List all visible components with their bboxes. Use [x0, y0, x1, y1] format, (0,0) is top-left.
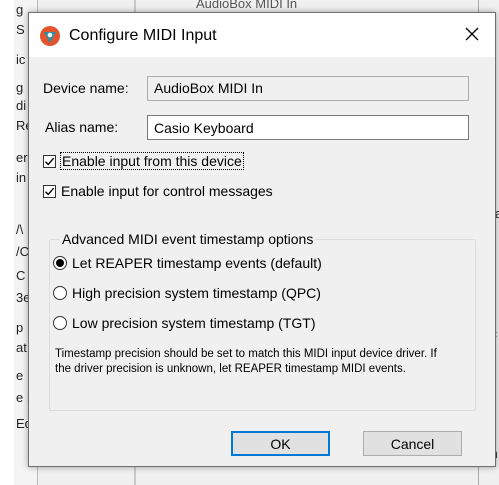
bg-left-fragment: p — [16, 320, 24, 335]
radio-low-precision-row[interactable]: Low precision system timestamp (TGT) — [53, 315, 316, 331]
close-icon — [465, 27, 479, 44]
enable-input-checkbox[interactable] — [43, 154, 56, 168]
device-name-field: AudioBox MIDI In — [147, 76, 469, 101]
bg-left-fragment: g — [16, 2, 24, 17]
enable-control-checkbox[interactable] — [43, 184, 56, 198]
enable-input-label: Enable input from this device — [60, 152, 244, 170]
dialog-title: Configure MIDI Input — [69, 27, 217, 44]
alias-name-label: Alias name: — [45, 119, 119, 135]
bg-left-fragment: at — [16, 340, 27, 355]
cancel-button[interactable]: Cancel — [363, 431, 462, 456]
bg-left-fragment: /\ — [16, 222, 24, 237]
reaper-app-icon — [39, 25, 61, 47]
timestamp-help-note: Timestamp precision should be set to mat… — [55, 348, 437, 375]
radio-high-precision-row[interactable]: High precision system timestamp (QPC) — [53, 285, 321, 301]
radio-let-reaper-row[interactable]: Let REAPER timestamp events (default) — [53, 255, 322, 271]
configure-midi-input-dialog: Configure MIDI Input Device name: AudioB… — [28, 12, 496, 467]
radio-high-precision[interactable] — [53, 286, 67, 300]
radio-low-precision-label: Low precision system timestamp (TGT) — [72, 315, 316, 331]
timestamp-options-legend: Advanced MIDI event timestamp options — [59, 231, 317, 247]
bg-left-fragment: er — [16, 150, 28, 165]
bg-left-fragment: C — [16, 268, 26, 283]
radio-let-reaper-label: Let REAPER timestamp events (default) — [72, 255, 322, 271]
bg-left-fragment: S — [16, 22, 25, 37]
radio-selected-dot — [56, 259, 64, 267]
bg-left-fragment: di — [16, 98, 27, 113]
screen: AudioBox MIDI In g S ic g di Re er in /\… — [0, 0, 499, 485]
device-name-label: Device name: — [43, 80, 129, 96]
enable-control-checkbox-row[interactable]: Enable input for control messages — [43, 183, 273, 199]
radio-high-precision-label: High precision system timestamp (QPC) — [72, 285, 321, 301]
enable-input-checkbox-row[interactable]: Enable input from this device — [43, 152, 244, 170]
enable-control-label: Enable input for control messages — [61, 183, 273, 199]
background-title-fragment: AudioBox MIDI In — [196, 0, 298, 11]
bg-left-fragment: g — [16, 80, 24, 95]
dialog-titlebar[interactable]: Configure MIDI Input — [29, 13, 495, 57]
checkmark-icon — [45, 157, 55, 166]
radio-low-precision[interactable] — [53, 316, 67, 330]
alias-name-input[interactable] — [147, 115, 469, 140]
bg-left-fragment: in — [16, 170, 27, 185]
checkmark-icon — [45, 187, 55, 196]
bg-left-fragment: e — [16, 368, 24, 383]
close-button[interactable] — [449, 13, 495, 57]
ok-button[interactable]: OK — [231, 431, 330, 456]
radio-let-reaper[interactable] — [53, 256, 67, 270]
bg-left-fragment: ic — [16, 52, 26, 67]
